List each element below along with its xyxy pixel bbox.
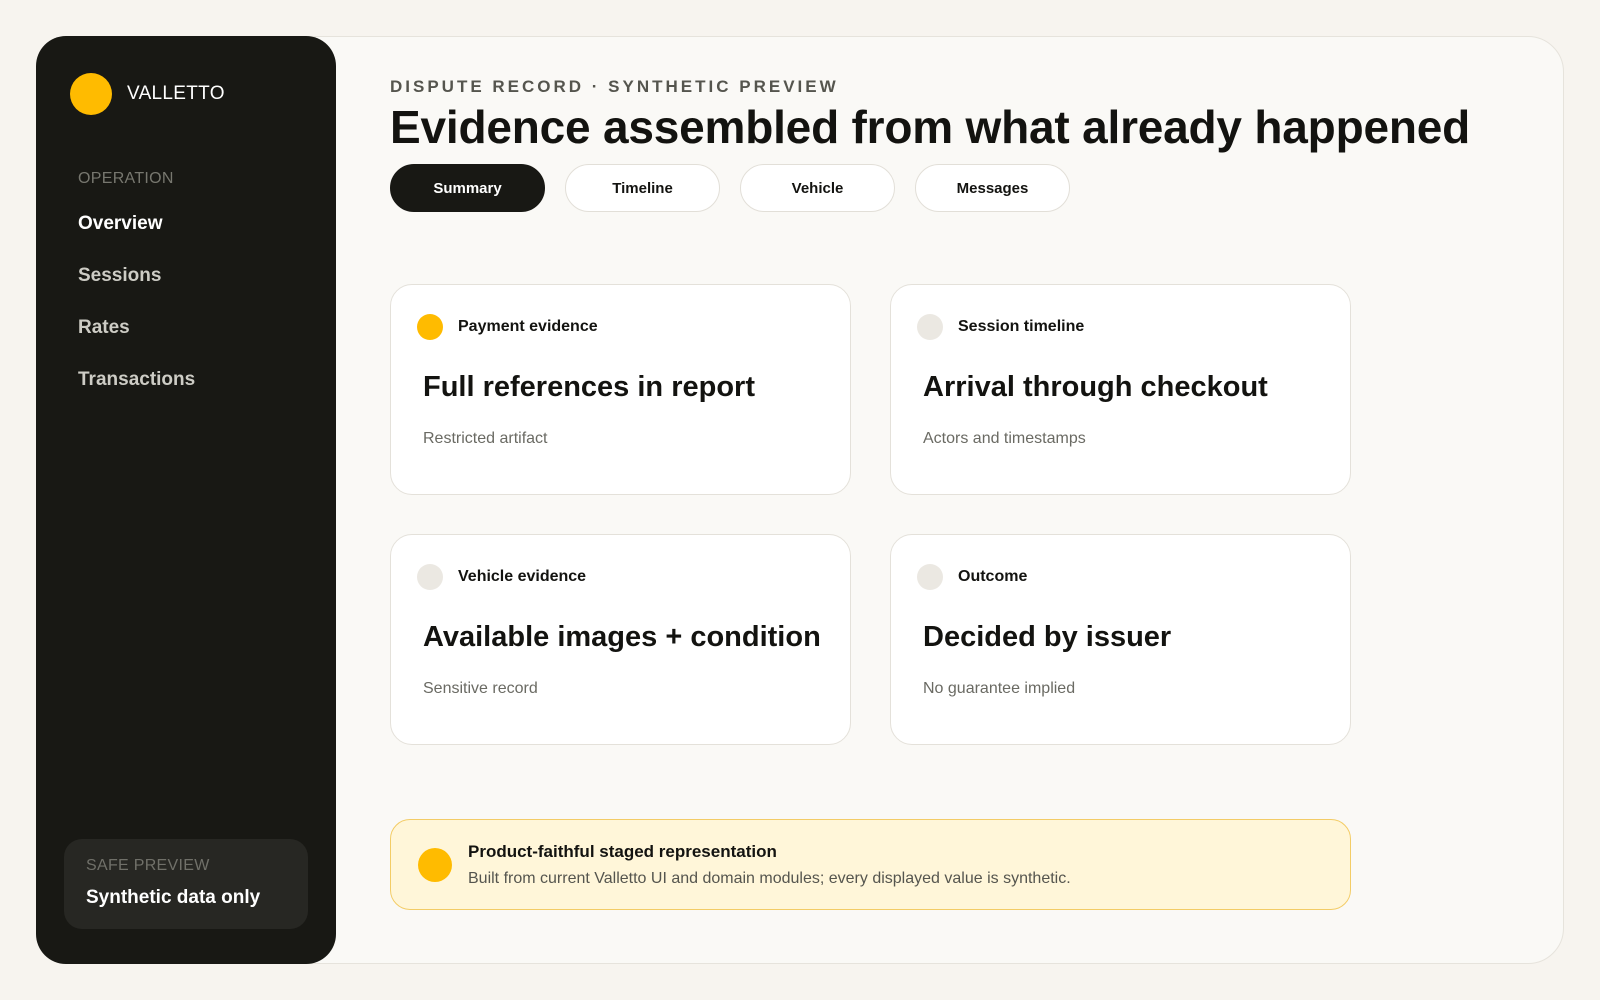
tab-vehicle[interactable]: Vehicle: [740, 164, 895, 212]
card-subtitle: Actors and timestamps: [923, 430, 1086, 447]
safe-preview-label: SAFE PREVIEW: [86, 857, 210, 874]
notice-body: Built from current Valletto UI and domai…: [468, 870, 1071, 887]
card-session-timeline[interactable]: Session timeline Arrival through checkou…: [890, 284, 1351, 495]
notice-title: Product-faithful staged representation: [468, 842, 777, 861]
card-title: Arrival through checkout: [923, 371, 1268, 403]
brand[interactable]: VALLETTO: [70, 73, 225, 115]
card-title: Decided by issuer: [923, 621, 1172, 653]
sidebar-item-rates[interactable]: Rates: [78, 316, 195, 368]
tab-bar: Summary Timeline Vehicle Messages: [390, 164, 1090, 212]
sidebar-item-sessions[interactable]: Sessions: [78, 264, 195, 316]
sidebar: VALLETTO OPERATION Overview Sessions Rat…: [36, 36, 336, 964]
card-subtitle: Restricted artifact: [423, 430, 548, 447]
card-vehicle-evidence[interactable]: Vehicle evidence Available images + cond…: [390, 534, 851, 745]
card-label: Session timeline: [958, 318, 1085, 335]
card-title: Full references in report: [423, 371, 755, 403]
notice-banner: Product-faithful staged representation B…: [390, 819, 1351, 910]
sidebar-section-label: OPERATION: [78, 170, 174, 187]
sidebar-nav: Overview Sessions Rates Transactions: [78, 212, 195, 420]
status-dot-icon: [417, 564, 443, 590]
page-eyebrow: DISPUTE RECORD · SYNTHETIC PREVIEW: [390, 77, 839, 96]
sidebar-item-overview[interactable]: Overview: [78, 212, 195, 264]
tab-summary[interactable]: Summary: [390, 164, 545, 212]
card-subtitle: Sensitive record: [423, 680, 538, 697]
card-outcome[interactable]: Outcome Decided by issuer No guarantee i…: [890, 534, 1351, 745]
card-label: Outcome: [958, 568, 1028, 585]
card-label: Payment evidence: [458, 318, 598, 335]
tab-timeline[interactable]: Timeline: [565, 164, 720, 212]
safe-preview-box: SAFE PREVIEW Synthetic data only: [64, 839, 308, 929]
notice-dot-icon: [418, 848, 452, 882]
status-dot-icon: [917, 314, 943, 340]
status-dot-icon: [417, 314, 443, 340]
tab-messages[interactable]: Messages: [915, 164, 1070, 212]
page-title: Evidence assembled from what already hap…: [390, 101, 1471, 153]
card-subtitle: No guarantee implied: [923, 680, 1076, 697]
status-dot-icon: [917, 564, 943, 590]
card-payment-evidence[interactable]: Payment evidence Full references in repo…: [390, 284, 851, 495]
brand-name: VALLETTO: [127, 83, 225, 104]
safe-preview-value: Synthetic data only: [86, 887, 261, 908]
card-label: Vehicle evidence: [458, 568, 587, 585]
sidebar-item-transactions[interactable]: Transactions: [78, 368, 195, 420]
card-title: Available images + condition: [423, 621, 821, 653]
brand-logo-icon: [70, 73, 112, 115]
